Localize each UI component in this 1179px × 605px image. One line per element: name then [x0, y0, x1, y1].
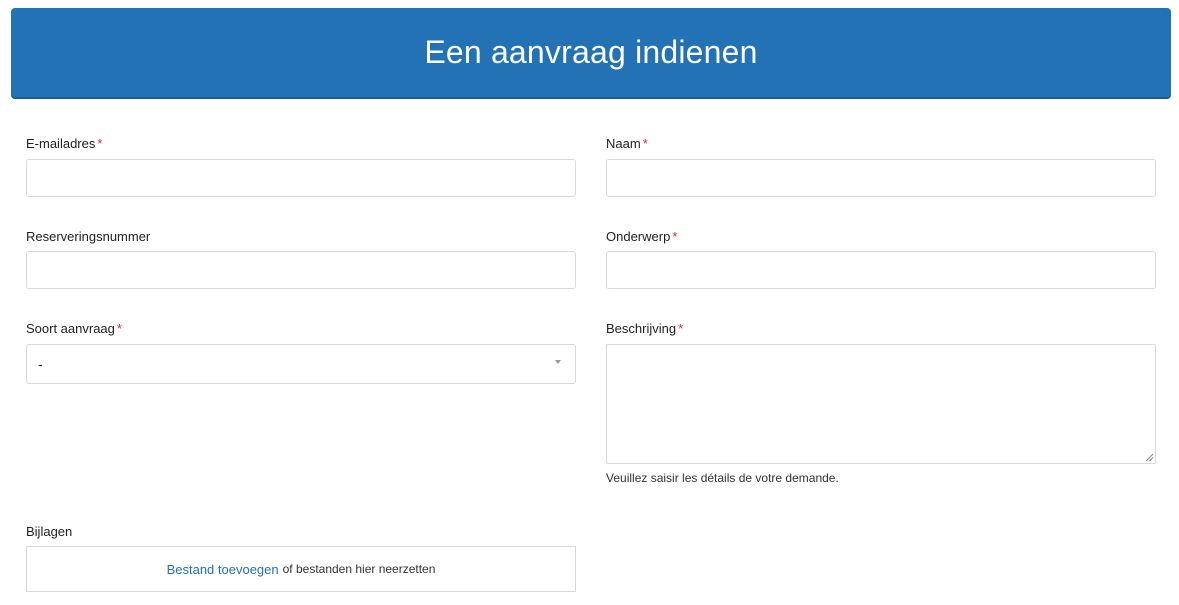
- subject-label-text: Onderwerp: [606, 229, 671, 244]
- reservation-label: Reserveringsnummer: [26, 229, 576, 245]
- attachments-label: Bijlagen: [26, 524, 576, 540]
- page-header: Een aanvraag indienen: [11, 8, 1171, 97]
- email-field-group: E-mailadres *: [26, 136, 576, 197]
- reservation-field-group: Reserveringsnummer: [26, 229, 576, 289]
- request-type-label: Soort aanvraag *: [26, 321, 576, 337]
- name-input[interactable]: [606, 159, 1156, 197]
- subject-input[interactable]: [606, 251, 1156, 289]
- subject-field-group: Onderwerp *: [606, 229, 1156, 289]
- required-marker: *: [672, 229, 678, 244]
- attachments-dropzone[interactable]: Bestand toevoegen of bestanden hier neer…: [26, 546, 576, 592]
- request-type-selected-value: -: [38, 356, 43, 372]
- attachments-field-group: Bijlagen Bestand toevoegen of bestanden …: [26, 524, 576, 592]
- email-input[interactable]: [26, 159, 576, 197]
- required-marker: *: [678, 321, 684, 336]
- request-type-field-group: Soort aanvraag * -: [26, 321, 576, 384]
- name-label-text: Naam: [606, 136, 641, 151]
- description-field-group: Beschrijving * Veuillez saisir les détail…: [606, 321, 1156, 485]
- add-file-link[interactable]: Bestand toevoegen: [167, 562, 279, 577]
- page-title: Een aanvraag indienen: [424, 34, 758, 70]
- description-label: Beschrijving *: [606, 321, 1156, 337]
- email-label: E-mailadres *: [26, 136, 576, 152]
- resize-handle-icon[interactable]: [1145, 453, 1153, 461]
- drop-files-text: of bestanden hier neerzetten: [282, 562, 436, 576]
- reservation-label-text: Reserveringsnummer: [26, 229, 151, 244]
- required-marker: *: [97, 136, 103, 151]
- name-field-group: Naam *: [606, 136, 1156, 197]
- subject-label: Onderwerp *: [606, 229, 1156, 245]
- required-marker: *: [116, 321, 122, 336]
- required-marker: *: [642, 136, 648, 151]
- name-label: Naam *: [606, 136, 1156, 152]
- attachments-label-text: Bijlagen: [26, 524, 73, 539]
- description-hint: Veuillez saisir les détails de votre dem…: [606, 471, 839, 485]
- description-label-text: Beschrijving: [606, 321, 677, 336]
- request-type-label-text: Soort aanvraag: [26, 321, 115, 336]
- reservation-input[interactable]: [26, 251, 576, 289]
- request-type-select[interactable]: -: [26, 344, 576, 384]
- chevron-down-icon: [555, 360, 561, 364]
- email-label-text: E-mailadres: [26, 136, 96, 151]
- description-textarea[interactable]: [606, 344, 1156, 464]
